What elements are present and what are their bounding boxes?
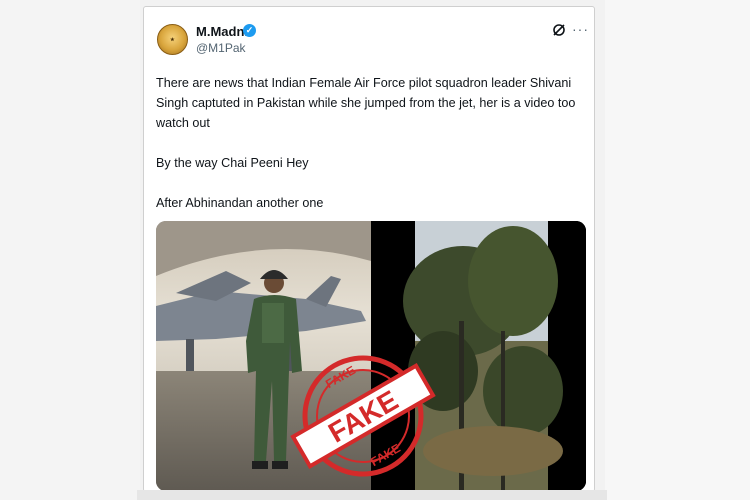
author-handle[interactable]: @M1Pak	[196, 41, 246, 55]
author-display-name[interactable]: M.Madni	[196, 24, 248, 39]
bottom-scroll-bar	[137, 490, 607, 500]
media-grid[interactable]: FAKE FAKE FAKE	[156, 221, 586, 491]
author-avatar[interactable]: ★	[157, 24, 188, 55]
tweet-paragraph: After Abhinandan another one	[156, 196, 324, 210]
fake-stamp: FAKE FAKE FAKE	[290, 355, 436, 477]
verified-badge-icon: ✓	[243, 24, 256, 37]
tweet-text: There are news that Indian Female Air Fo…	[156, 73, 586, 233]
grok-icon[interactable]	[552, 23, 566, 37]
more-options-icon[interactable]: ···	[572, 21, 589, 37]
page-background-left	[0, 0, 140, 500]
page-background-right	[605, 0, 750, 500]
avatar-emblem-icon: ★	[170, 36, 175, 43]
tweet-card[interactable]: ★ M.Madni ✓ @M1Pak ··· There are news th…	[143, 6, 595, 492]
tweet-paragraph: By the way Chai Peeni Hey	[156, 156, 309, 170]
tweet-paragraph: There are news that Indian Female Air Fo…	[156, 76, 576, 130]
